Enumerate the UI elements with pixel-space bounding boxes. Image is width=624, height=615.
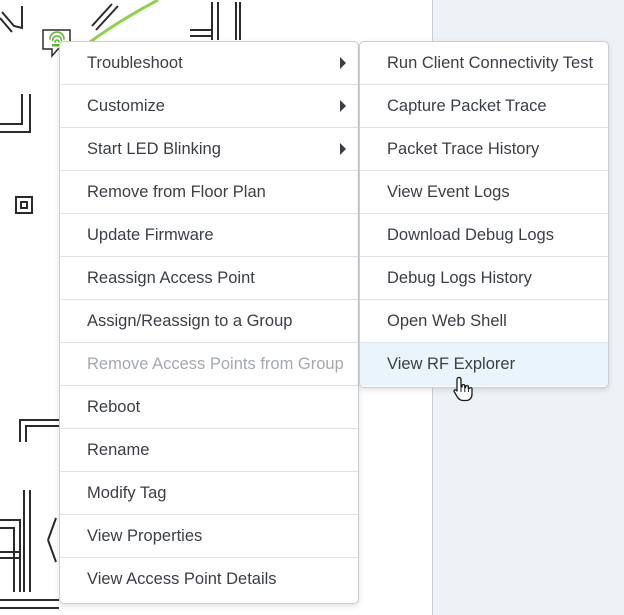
- menu-item-label: Remove Access Points from Group: [87, 354, 344, 373]
- menu-item-view-access-point-details[interactable]: View Access Point Details: [60, 558, 358, 601]
- menu-item-label: Assign/Reassign to a Group: [87, 311, 293, 330]
- menu-item-label: Modify Tag: [87, 483, 167, 502]
- submenu-item-run-client-connectivity-test[interactable]: Run Client Connectivity Test: [360, 42, 608, 85]
- hand-pointer-icon: [452, 376, 474, 402]
- submenu-item-label: Debug Logs History: [387, 268, 532, 287]
- submenu-item-label: Run Client Connectivity Test: [387, 53, 594, 72]
- menu-item-customize[interactable]: Customize: [60, 85, 358, 128]
- menu-item-view-properties[interactable]: View Properties: [60, 515, 358, 558]
- submenu-item-label: Download Debug Logs: [387, 225, 554, 244]
- submenu-item-label: Packet Trace History: [387, 139, 540, 158]
- submenu-item-label: View Event Logs: [387, 182, 510, 201]
- submenu-item-download-debug-logs[interactable]: Download Debug Logs: [360, 214, 608, 257]
- menu-item-update-firmware[interactable]: Update Firmware: [60, 214, 358, 257]
- menu-item-label: Rename: [87, 440, 150, 459]
- menu-item-reassign-access-point[interactable]: Reassign Access Point: [60, 257, 358, 300]
- menu-item-start-led-blinking[interactable]: Start LED Blinking: [60, 128, 358, 171]
- menu-item-troubleshoot[interactable]: Troubleshoot: [60, 42, 358, 85]
- menu-item-label: Start LED Blinking: [87, 139, 221, 158]
- submenu-item-label: View RF Explorer: [387, 355, 516, 373]
- submenu-item-label: Open Web Shell: [387, 311, 507, 330]
- menu-item-remove-from-group: Remove Access Points from Group: [60, 343, 358, 386]
- menu-item-rename[interactable]: Rename: [60, 429, 358, 472]
- submenu-item-debug-logs-history[interactable]: Debug Logs History: [360, 257, 608, 300]
- submenu-item-view-event-logs[interactable]: View Event Logs: [360, 171, 608, 214]
- submenu-item-label: Capture Packet Trace: [387, 96, 547, 115]
- menu-item-label: Reassign Access Point: [87, 268, 255, 287]
- menu-item-label: Remove from Floor Plan: [87, 182, 266, 201]
- menu-item-modify-tag[interactable]: Modify Tag: [60, 472, 358, 515]
- access-point-context-menu: Troubleshoot Customize Start LED Blinkin…: [59, 41, 359, 604]
- triangle-right-icon: [340, 57, 346, 69]
- menu-item-label: View Properties: [87, 526, 203, 545]
- menu-item-label: Update Firmware: [87, 225, 214, 244]
- menu-item-label: Customize: [87, 96, 165, 115]
- menu-item-remove-from-floor-plan[interactable]: Remove from Floor Plan: [60, 171, 358, 214]
- triangle-right-icon: [340, 100, 346, 112]
- menu-item-label: Reboot: [87, 397, 141, 416]
- menu-item-reboot[interactable]: Reboot: [60, 386, 358, 429]
- submenu-item-view-rf-explorer[interactable]: View RF Explorer: [360, 343, 608, 386]
- menu-item-assign-reassign-group[interactable]: Assign/Reassign to a Group: [60, 300, 358, 343]
- submenu-item-packet-trace-history[interactable]: Packet Trace History: [360, 128, 608, 171]
- menu-item-label: Troubleshoot: [87, 53, 183, 72]
- troubleshoot-submenu: Run Client Connectivity Test Capture Pac…: [359, 41, 609, 388]
- submenu-item-capture-packet-trace[interactable]: Capture Packet Trace: [360, 85, 608, 128]
- menu-item-label: View Access Point Details: [87, 570, 277, 588]
- triangle-right-icon: [340, 143, 346, 155]
- submenu-item-open-web-shell[interactable]: Open Web Shell: [360, 300, 608, 343]
